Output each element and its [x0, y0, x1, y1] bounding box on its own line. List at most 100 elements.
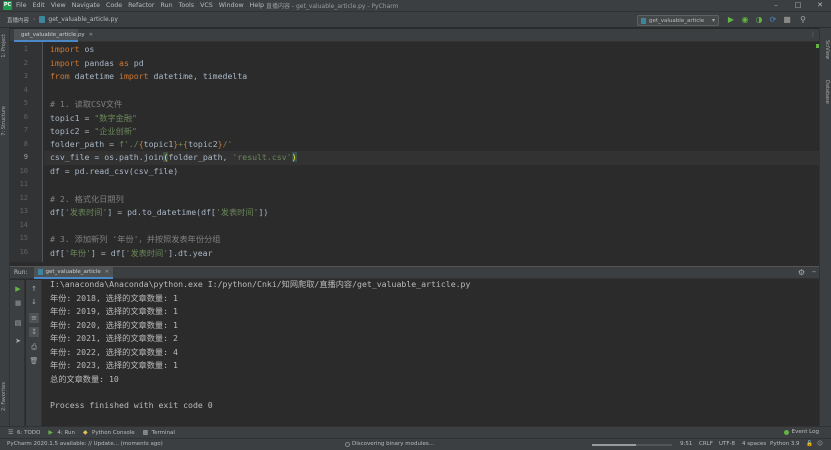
python-file-icon: [39, 16, 46, 23]
code-line-3: from datetime import datetime, timedelta: [50, 71, 247, 81]
keyword: as: [119, 57, 129, 68]
clear-all-icon[interactable]: 🗑: [29, 356, 39, 366]
scroll-to-end-icon[interactable]: ↧: [29, 327, 39, 337]
menu-file[interactable]: File: [16, 2, 27, 9]
todo-tool-tab[interactable]: ☰ 6: TODO: [8, 429, 40, 436]
maximize-window-button[interactable]: □: [787, 0, 809, 11]
console-line: 年份: 2018, 选择的文章数量: 1: [50, 292, 178, 303]
code-editor[interactable]: import os import pandas as pd from datet…: [44, 42, 819, 262]
run-toolbar-primary: ▶ ■ ▤ ➤: [10, 280, 25, 426]
line-number: 4: [23, 85, 28, 94]
lock-icon[interactable]: 🔓: [806, 441, 813, 447]
code-line-7: topic2 = "企业创新": [50, 125, 137, 137]
editor-tab-active[interactable]: get_valuable_article.py ✕: [14, 29, 93, 42]
python-file-icon: [37, 268, 43, 275]
matched-paren: ): [291, 152, 297, 162]
restore-layout-icon[interactable]: ▤: [13, 318, 23, 328]
background-task-progress-fill: [592, 444, 636, 446]
tabs-menu-icon[interactable]: ⋮: [810, 31, 816, 38]
terminal-icon: ▩: [142, 428, 149, 436]
run-icon[interactable]: ▶: [726, 15, 736, 25]
code-line-1: import os: [50, 44, 94, 54]
structure-tool-tab[interactable]: 7: Structure: [1, 106, 9, 136]
code-text: ] = pd.to_datetime(df[: [107, 207, 216, 217]
background-task-label[interactable]: Discovering binary modules...: [352, 441, 434, 447]
notifications-icon[interactable]: ☺: [817, 441, 823, 447]
close-icon[interactable]: ✕: [105, 269, 109, 275]
string-literal: /': [222, 138, 233, 149]
menu-code[interactable]: Code: [106, 2, 122, 9]
coverage-icon[interactable]: ◑: [754, 15, 764, 25]
database-tool-tab[interactable]: Database: [822, 80, 830, 104]
line-separator[interactable]: CRLF: [699, 441, 713, 447]
python-interpreter[interactable]: Python 3.9: [770, 441, 800, 447]
run-tool-tab[interactable]: ▶ 4: Run: [48, 429, 75, 436]
minimize-panel-icon[interactable]: –: [812, 267, 816, 276]
pin-tab-icon[interactable]: ➤: [13, 336, 23, 346]
line-number-current: 9: [23, 153, 28, 161]
code-text: datetime: [69, 71, 120, 81]
minimize-window-button[interactable]: –: [765, 0, 787, 11]
menu-window[interactable]: Window: [219, 2, 244, 9]
menu-view[interactable]: View: [51, 2, 66, 9]
rerun-icon[interactable]: ▶: [13, 284, 23, 294]
python-console-tool-tab[interactable]: ◆ Python Console: [83, 429, 135, 436]
string-literal: '年份': [64, 247, 92, 258]
status-message[interactable]: PyCharm 2020.1.5 available: // Update...…: [7, 441, 163, 447]
debug-icon[interactable]: ◉: [740, 15, 750, 25]
menu-tools[interactable]: Tools: [179, 2, 195, 9]
inspection-status-icon[interactable]: [816, 44, 819, 48]
menu-vcs[interactable]: VCS: [200, 2, 213, 9]
search-everywhere-icon[interactable]: ⚲: [798, 15, 808, 25]
run-toolbar-secondary: ↑ ↓ ≡ ↧ ⎙ 🗑: [26, 280, 42, 426]
soft-wrap-icon[interactable]: ≡: [29, 313, 39, 323]
favorites-tool-tab[interactable]: 2: Favorites: [1, 382, 9, 411]
indent-setting[interactable]: 4 spaces: [742, 441, 766, 447]
code-line-10: df = pd.read_csv(csv_file): [50, 165, 179, 176]
code-text: df[: [50, 207, 65, 217]
gear-icon[interactable]: ⚙: [798, 268, 805, 277]
close-icon[interactable]: ✕: [89, 32, 93, 38]
pycharm-logo-icon: PC: [3, 1, 12, 10]
breadcrumb-project[interactable]: 直播内容: [7, 16, 29, 24]
menu-refactor[interactable]: Refactor: [128, 2, 154, 9]
menu-navigate[interactable]: Navigate: [72, 2, 100, 9]
file-encoding[interactable]: UTF-8: [719, 441, 735, 447]
sciview-tool-tab[interactable]: SciView: [822, 40, 830, 59]
scroll-down-icon[interactable]: ↓: [29, 297, 39, 307]
event-log-icon: [783, 429, 789, 435]
code-text: topic2: [188, 138, 218, 149]
breadcrumb-file[interactable]: get_valuable_article.py: [48, 16, 117, 23]
run-tab-active[interactable]: get_valuable_article ✕: [33, 266, 113, 279]
string-literal: '发表时间': [64, 207, 108, 217]
run-configuration-select[interactable]: get_valuable_article ▾: [637, 15, 719, 26]
terminal-tool-tab[interactable]: ▩ Terminal: [142, 428, 175, 436]
code-line-13: df['发表时间'] = pd.to_datetime(df['发表时间']): [50, 206, 268, 218]
string-literal: '发表时间': [215, 207, 259, 217]
print-icon[interactable]: ⎙: [29, 342, 39, 352]
bottom-tool-tabs: ☰ 6: TODO ▶ 4: Run ◆ Python Console ▩ Te…: [0, 426, 831, 438]
code-line-12: # 2. 格式化日期列: [50, 193, 124, 204]
line-number: 10: [19, 166, 28, 175]
project-tool-tab[interactable]: 1: Project: [1, 34, 9, 58]
string-literal: "数字金融": [94, 112, 137, 123]
menu-help[interactable]: Help: [250, 2, 264, 9]
stop-icon[interactable]: ■: [782, 15, 792, 25]
caret-position[interactable]: 9:51: [680, 441, 692, 447]
line-number: 14: [19, 220, 28, 229]
string-literal: "企业创新": [94, 126, 137, 136]
line-number: 12: [19, 193, 28, 202]
stop-icon[interactable]: ■: [13, 298, 23, 308]
run-console-output[interactable]: I:\anaconda\Anaconda\python.exe I:/pytho…: [43, 279, 819, 426]
menu-run[interactable]: Run: [161, 2, 173, 9]
rerun-icon[interactable]: ⟳: [768, 15, 778, 25]
menu-edit[interactable]: Edit: [33, 2, 45, 9]
code-text: pandas: [79, 57, 120, 68]
string-literal: '发表时间': [125, 247, 169, 258]
scroll-up-icon[interactable]: ↑: [29, 284, 39, 294]
event-log-tool-tab[interactable]: Event Log: [783, 429, 819, 435]
code-text: folder_path,: [168, 152, 233, 162]
run-tab-label: get_valuable_article: [45, 268, 101, 275]
close-window-button[interactable]: ✕: [809, 0, 831, 11]
event-log-label: Event Log: [791, 429, 819, 435]
